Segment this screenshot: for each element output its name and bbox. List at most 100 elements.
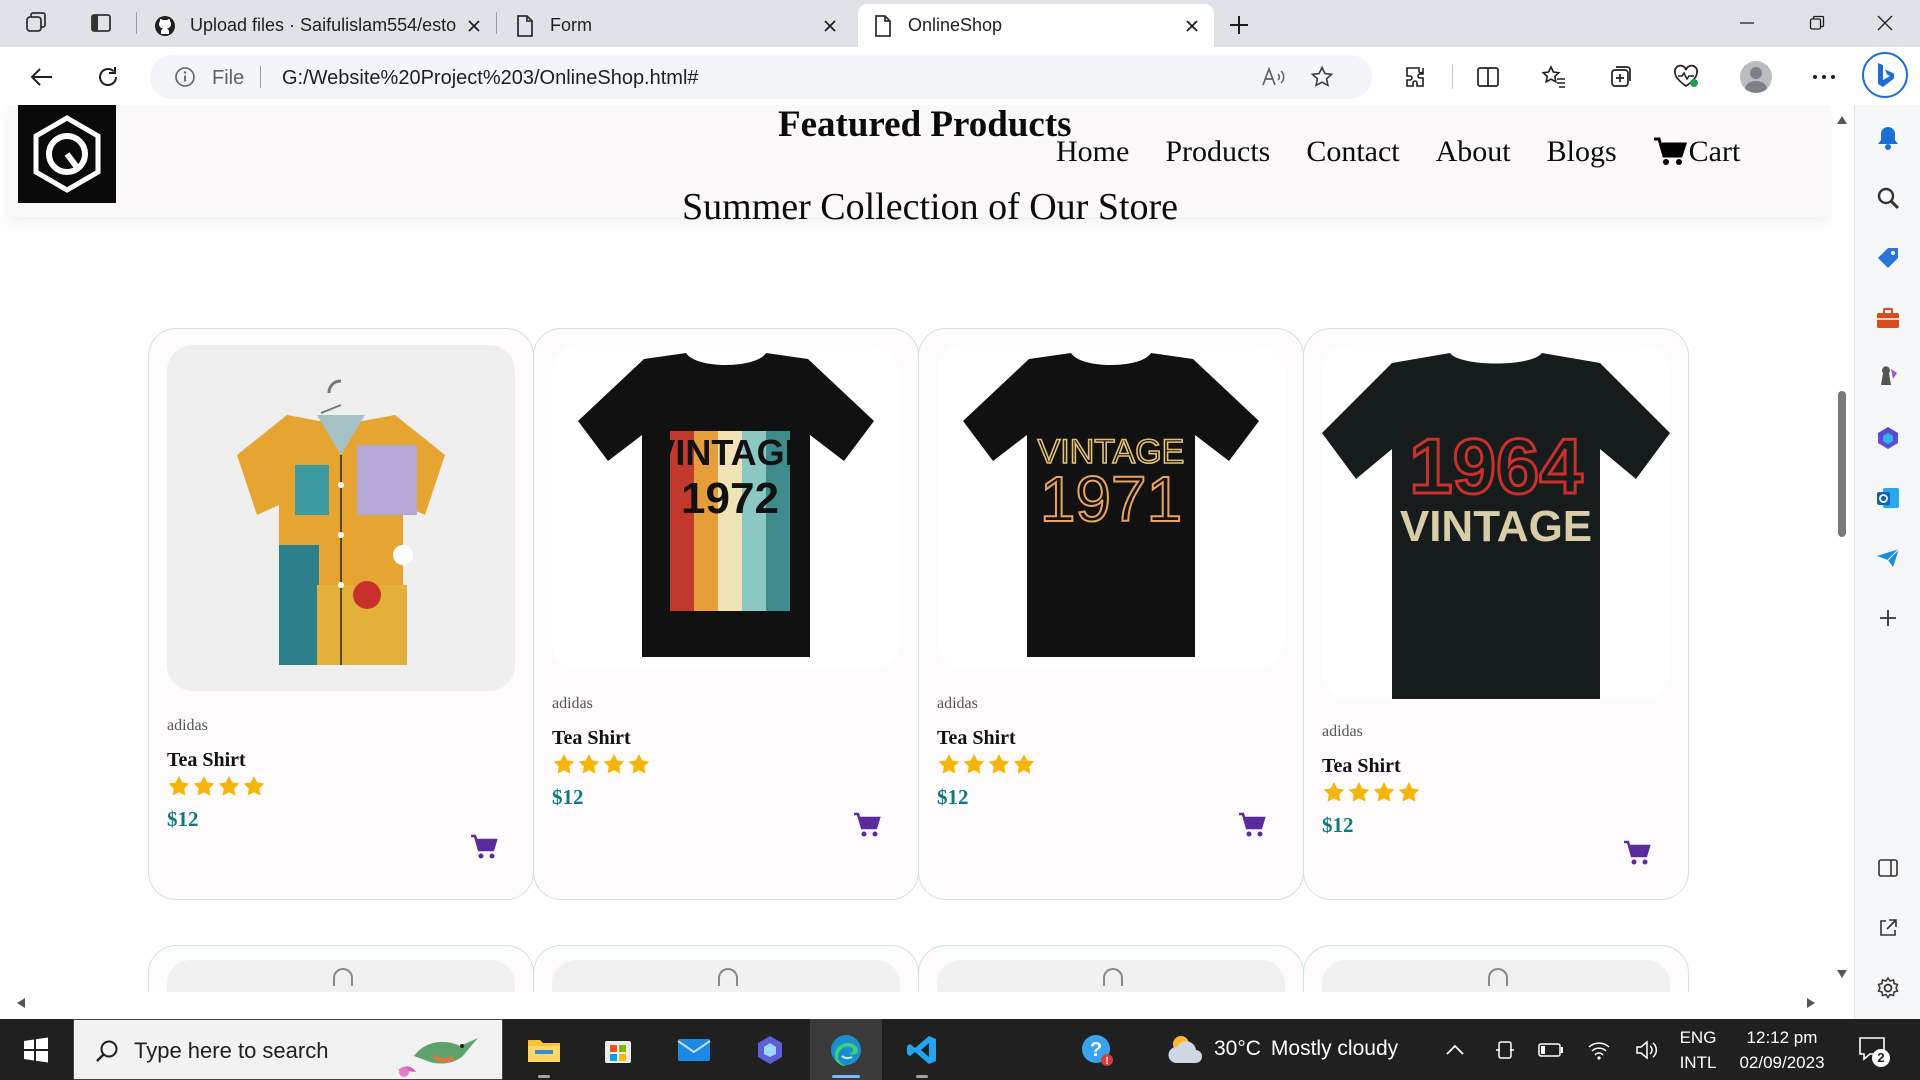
- product-card[interactable]: adidas Tea Shirt $12: [148, 328, 534, 900]
- tab-onlineshop[interactable]: OnlineShop: [858, 4, 1214, 47]
- url-text[interactable]: G:/Website%20Project%203/OnlineShop.html…: [282, 67, 699, 90]
- scroll-down-icon[interactable]: [1836, 969, 1848, 979]
- nav-about[interactable]: About: [1436, 135, 1511, 169]
- favorites-icon[interactable]: [1534, 57, 1574, 97]
- star-icon: [168, 776, 190, 796]
- site-logo[interactable]: [18, 105, 116, 203]
- nav-contact[interactable]: Contact: [1306, 135, 1399, 169]
- product-brand: adidas: [1322, 723, 1363, 740]
- restore-button[interactable]: [1792, 6, 1842, 40]
- print-year: 1972: [681, 474, 779, 523]
- info-icon[interactable]: [174, 66, 196, 88]
- notification-center-icon[interactable]: 2: [1858, 1035, 1892, 1067]
- file-explorer-icon[interactable]: [508, 1019, 580, 1080]
- mail-icon[interactable]: [658, 1019, 730, 1080]
- product-card[interactable]: VINTAGE 1972 adidas Tea Shirt $12: [533, 328, 919, 900]
- product-price: $12: [552, 785, 584, 809]
- open-external-icon[interactable]: [1871, 911, 1905, 945]
- close-icon[interactable]: [462, 14, 486, 38]
- main-nav: Home Products Contact About Blogs Cart: [1056, 135, 1740, 169]
- volume-icon[interactable]: [1634, 1037, 1660, 1063]
- cart-label: Cart: [1688, 135, 1741, 168]
- tab-actions-icon[interactable]: [84, 8, 118, 38]
- tab-title: Upload files · Saifulislam554/esto: [190, 15, 457, 35]
- close-icon[interactable]: [818, 14, 842, 38]
- read-aloud-icon[interactable]: [1258, 61, 1290, 93]
- browser-essentials-icon[interactable]: [1666, 57, 1706, 97]
- system-clock[interactable]: 12:12 pm 02/09/2023: [1734, 1025, 1830, 1075]
- add-to-cart-button[interactable]: [1237, 811, 1267, 839]
- search-icon[interactable]: [1871, 181, 1905, 215]
- site-header: Featured Products Home Products Contact …: [8, 105, 1830, 228]
- hanger-icon: [333, 968, 353, 986]
- add-sidebar-app-icon[interactable]: [1871, 601, 1905, 635]
- hide-sidebar-icon[interactable]: [1871, 851, 1905, 885]
- tools-briefcase-icon[interactable]: [1871, 301, 1905, 335]
- tab-upload-files[interactable]: Upload files · Saifulislam554/esto: [140, 4, 496, 47]
- add-to-cart-button[interactable]: [1622, 839, 1652, 867]
- edge-browser-icon[interactable]: [810, 1019, 882, 1080]
- notifications-bell-icon[interactable]: [1871, 121, 1905, 155]
- scrollbar-thumb[interactable]: [1838, 391, 1846, 537]
- product-card[interactable]: 1964 VINTAGE adidas Tea Shirt $12: [1303, 328, 1689, 900]
- extensions-icon[interactable]: [1396, 57, 1436, 97]
- nav-blogs[interactable]: Blogs: [1547, 135, 1617, 169]
- collections-icon[interactable]: [1600, 57, 1640, 97]
- product-card-partial[interactable]: [148, 945, 534, 992]
- add-to-cart-button[interactable]: [852, 811, 882, 839]
- battery-icon[interactable]: [1538, 1037, 1564, 1063]
- vscode-icon[interactable]: [886, 1019, 958, 1080]
- add-to-cart-button[interactable]: [469, 833, 499, 861]
- close-icon[interactable]: [1180, 14, 1204, 38]
- close-window-button[interactable]: [1860, 6, 1910, 40]
- nav-home[interactable]: Home: [1056, 135, 1129, 169]
- product-card-partial[interactable]: [918, 945, 1304, 992]
- tab-form[interactable]: Form: [500, 4, 852, 47]
- scroll-right-icon[interactable]: [1806, 997, 1816, 1009]
- scroll-up-icon[interactable]: [1836, 115, 1848, 125]
- star-icon: [243, 776, 265, 796]
- back-button[interactable]: [22, 57, 62, 97]
- shopping-tag-icon[interactable]: [1871, 241, 1905, 275]
- product-card-partial[interactable]: [533, 945, 919, 992]
- nav-products[interactable]: Products: [1165, 135, 1270, 169]
- refresh-button[interactable]: [88, 57, 128, 97]
- hanger-icon: [1488, 968, 1508, 986]
- new-tab-button[interactable]: [1222, 10, 1256, 40]
- cart-icon: [1653, 137, 1687, 167]
- microsoft-store-icon[interactable]: [582, 1019, 654, 1080]
- input-language[interactable]: ENG INTL: [1674, 1025, 1722, 1075]
- vintage-1971-tshirt-image: VINTAGE 1971: [937, 345, 1285, 669]
- star-icon: [553, 754, 575, 774]
- horizontal-scrollbar[interactable]: [0, 992, 1832, 1014]
- product-card-partial[interactable]: [1303, 945, 1689, 992]
- more-options-icon[interactable]: [1804, 57, 1844, 97]
- product-card[interactable]: VINTAGE 1971 adidas Tea Shirt $12: [918, 328, 1304, 900]
- vintage-1964-tshirt-image: 1964 VINTAGE: [1322, 345, 1670, 699]
- address-bar[interactable]: File G:/Website%20Project%203/OnlineShop…: [150, 55, 1372, 99]
- wifi-icon[interactable]: [1586, 1037, 1612, 1063]
- windows-start-icon[interactable]: [14, 1033, 58, 1067]
- favorite-star-icon[interactable]: [1306, 61, 1338, 93]
- minimize-button[interactable]: [1722, 6, 1772, 40]
- bing-copilot-button[interactable]: [1862, 52, 1908, 98]
- help-tips-icon[interactable]: ?!: [1080, 1033, 1114, 1067]
- vertical-scrollbar[interactable]: [1832, 105, 1854, 992]
- profile-avatar[interactable]: [1740, 61, 1772, 93]
- show-hidden-icons-chevron-icon[interactable]: [1442, 1037, 1468, 1063]
- nav-cart[interactable]: Cart: [1653, 135, 1741, 169]
- drop-send-icon[interactable]: [1871, 541, 1905, 575]
- weather-widget[interactable]: 30°C Mostly cloudy: [1166, 1031, 1398, 1067]
- settings-gear-icon[interactable]: [1871, 971, 1905, 1005]
- games-icon[interactable]: [1871, 361, 1905, 395]
- copilot-app-icon[interactable]: [734, 1019, 806, 1080]
- page-icon: [870, 13, 896, 39]
- taskbar-search-box[interactable]: Type here to search: [73, 1019, 503, 1080]
- workspaces-icon[interactable]: [20, 8, 54, 38]
- microsoft-365-icon[interactable]: [1871, 421, 1905, 455]
- device-sync-icon[interactable]: [1492, 1037, 1518, 1063]
- scroll-left-icon[interactable]: [16, 997, 26, 1009]
- tab-separator: [496, 12, 497, 34]
- outlook-icon[interactable]: [1871, 481, 1905, 515]
- split-screen-icon[interactable]: [1468, 57, 1508, 97]
